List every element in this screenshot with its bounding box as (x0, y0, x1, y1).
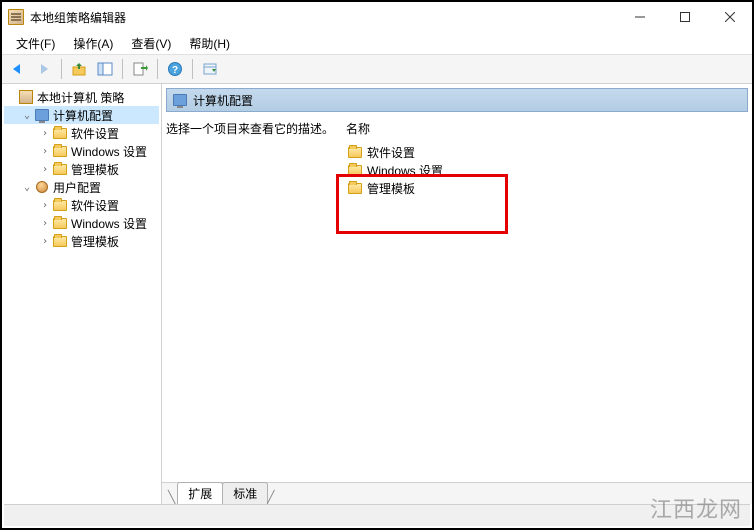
menubar: 文件(F) 操作(A) 查看(V) 帮助(H) (2, 32, 752, 54)
description-text: 选择一个项目来查看它的描述。 (166, 120, 338, 137)
svg-text:?: ? (172, 65, 178, 76)
close-icon (725, 12, 735, 22)
minimize-button[interactable] (617, 2, 662, 32)
computer-icon (173, 94, 187, 106)
tree-expand-icon[interactable]: › (38, 200, 52, 211)
folder-up-icon (71, 61, 87, 77)
tree-user-software-settings[interactable]: › 软件设置 (4, 196, 159, 214)
toolbar-separator (192, 59, 193, 79)
tree-pane-icon (97, 61, 113, 77)
tree-windows-label: Windows 设置 (71, 143, 147, 160)
menu-file[interactable]: 文件(F) (8, 33, 63, 54)
folder-icon (52, 234, 68, 248)
tree-computer-config-label: 计算机配置 (53, 107, 113, 124)
tree-user-config-label: 用户配置 (53, 179, 101, 196)
list-item-label: 软件设置 (367, 144, 415, 161)
list-pane: 名称 软件设置 Windows 设置 管理模板 (346, 120, 748, 478)
list-item-windows[interactable]: Windows 设置 (346, 161, 748, 179)
toolbar-separator (122, 59, 123, 79)
tree-software-label: 软件设置 (71, 125, 119, 142)
content-area: 本地计算机 策略 ⌄ 计算机配置 › 软件设置 › Windows 设置 › 管… (2, 84, 752, 504)
tree-user-windows-label: Windows 设置 (71, 215, 147, 232)
app-icon (8, 9, 24, 25)
tree-user-admin-templates[interactable]: › 管理模板 (4, 232, 159, 250)
policy-icon (18, 90, 34, 104)
tree-software-settings[interactable]: › 软件设置 (4, 124, 159, 142)
tree-user-admin-label: 管理模板 (71, 233, 119, 250)
folder-icon (52, 216, 68, 230)
menu-help[interactable]: 帮助(H) (181, 33, 238, 54)
help-icon: ? (167, 61, 183, 77)
tree-collapse-icon[interactable]: ⌄ (20, 182, 34, 193)
toolbar: ? (2, 54, 752, 84)
computer-icon (34, 108, 50, 122)
tree-user-windows-settings[interactable]: › Windows 设置 (4, 214, 159, 232)
close-button[interactable] (707, 2, 752, 32)
statusbar (4, 504, 750, 526)
tab-extended[interactable]: 扩展 (177, 482, 223, 504)
detail-panel: 计算机配置 选择一个项目来查看它的描述。 名称 软件设置 Windows 设置 … (162, 84, 752, 504)
up-button[interactable] (67, 57, 91, 81)
filter-icon (202, 61, 218, 77)
back-button[interactable] (6, 57, 30, 81)
tree-admin-label: 管理模板 (71, 161, 119, 178)
column-header-name[interactable]: 名称 (346, 120, 748, 137)
help-button[interactable]: ? (163, 57, 187, 81)
maximize-icon (680, 12, 690, 22)
tree-expand-icon[interactable]: › (38, 146, 52, 157)
tree-root[interactable]: 本地计算机 策略 (4, 88, 159, 106)
folder-icon (52, 162, 68, 176)
tree-root-label: 本地计算机 策略 (37, 89, 124, 106)
tree-user-software-label: 软件设置 (71, 197, 119, 214)
folder-icon (348, 147, 362, 158)
filter-button[interactable] (198, 57, 222, 81)
tree-expand-icon[interactable]: › (38, 164, 52, 175)
titlebar: 本地组策略编辑器 (2, 2, 752, 32)
folder-icon (348, 183, 362, 194)
list-item-software[interactable]: 软件设置 (346, 143, 748, 161)
list-item-label: 管理模板 (367, 180, 415, 197)
user-icon (34, 180, 50, 194)
forward-button[interactable] (32, 57, 56, 81)
list-item-label: Windows 设置 (367, 162, 443, 179)
back-arrow-icon (10, 62, 26, 76)
window-controls (617, 2, 752, 32)
menu-action[interactable]: 操作(A) (65, 33, 121, 54)
maximize-button[interactable] (662, 2, 707, 32)
list-item-admin[interactable]: 管理模板 (346, 179, 748, 197)
tab-decoration: ╱ (267, 490, 276, 504)
tree-user-config[interactable]: ⌄ 用户配置 (4, 178, 159, 196)
tree-collapse-icon[interactable]: ⌄ (20, 110, 34, 121)
menu-view[interactable]: 查看(V) (123, 33, 179, 54)
folder-icon (348, 165, 362, 176)
tree-panel[interactable]: 本地计算机 策略 ⌄ 计算机配置 › 软件设置 › Windows 设置 › 管… (2, 84, 162, 504)
folder-icon (52, 198, 68, 212)
tree-expand-icon[interactable]: › (38, 218, 52, 229)
detail-body: 选择一个项目来查看它的描述。 名称 软件设置 Windows 设置 管理模板 (162, 112, 752, 482)
folder-icon (52, 126, 68, 140)
export-button[interactable] (128, 57, 152, 81)
window-title: 本地组策略编辑器 (30, 9, 617, 26)
folder-icon (52, 144, 68, 158)
tabs-row: ╲ 扩展 标准 ╱ (162, 482, 752, 504)
tree-expand-icon[interactable]: › (38, 236, 52, 247)
tab-standard[interactable]: 标准 (222, 482, 268, 504)
toolbar-separator (157, 59, 158, 79)
tab-decoration: ╲ (168, 490, 177, 504)
show-hide-tree-button[interactable] (93, 57, 117, 81)
tree-computer-config[interactable]: ⌄ 计算机配置 (4, 106, 159, 124)
export-icon (132, 61, 148, 77)
toolbar-separator (61, 59, 62, 79)
detail-header-title: 计算机配置 (193, 92, 253, 109)
tree-windows-settings[interactable]: › Windows 设置 (4, 142, 159, 160)
tree-admin-templates[interactable]: › 管理模板 (4, 160, 159, 178)
tree-expand-icon[interactable]: › (38, 128, 52, 139)
minimize-icon (635, 12, 645, 22)
detail-header: 计算机配置 (166, 88, 748, 112)
description-pane: 选择一个项目来查看它的描述。 (166, 120, 346, 478)
forward-arrow-icon (36, 62, 52, 76)
